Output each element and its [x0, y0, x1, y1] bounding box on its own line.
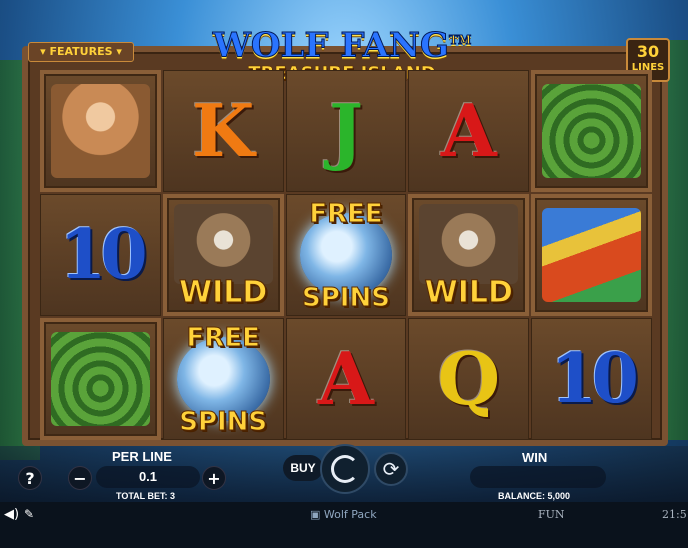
- reel-cell: J: [285, 70, 407, 192]
- win-label: WIN: [522, 450, 548, 465]
- reel-cell: [531, 194, 652, 316]
- snake-icon: [541, 84, 642, 178]
- total-bet-label: TOTAL BET: 3: [116, 491, 176, 501]
- spin-icon: [331, 455, 359, 483]
- symbol-q: Q: [437, 336, 501, 421]
- parrot-icon: [541, 208, 642, 302]
- status-bar: ◀) ✎ ▣ Wolf Pack FUN 21:51: [0, 502, 688, 548]
- reel-grid: K J A 10 WILD FREE SPINS WILD FREE SPINS A Q 10: [40, 70, 652, 440]
- win-value: [470, 466, 606, 488]
- buy-feature-button[interactable]: BUY: [283, 455, 323, 481]
- reel-cell: [40, 70, 161, 192]
- clock: 21:51: [662, 508, 688, 521]
- gibbon-icon: [50, 84, 151, 178]
- symbol-10: 10: [59, 215, 148, 295]
- reel-cell: FREE SPINS: [285, 194, 407, 316]
- reel-cell: WILD: [408, 194, 530, 316]
- reel-cell: A: [285, 318, 407, 440]
- mode-label: FUN: [538, 508, 565, 521]
- reel-cell: [531, 70, 652, 192]
- features-label: FEATURES: [49, 45, 113, 58]
- snake-icon: [50, 332, 151, 426]
- free-label: FREE: [309, 199, 383, 230]
- settings-icon[interactable]: ✎: [24, 507, 34, 521]
- symbol-j: J: [328, 88, 364, 173]
- symbol-a: A: [318, 336, 374, 421]
- symbol-k: K: [191, 88, 255, 173]
- per-line-label: PER LINE: [112, 449, 172, 464]
- lines-count: 30: [636, 42, 660, 61]
- symbol-a: A: [440, 88, 497, 173]
- wild-label: WILD: [424, 275, 513, 311]
- reel-cell: 10: [40, 194, 161, 316]
- increase-bet-button[interactable]: +: [202, 466, 226, 490]
- brand-text: Wolf Pack: [323, 508, 377, 521]
- reel-cell: [40, 318, 161, 440]
- trademark-mark: TM: [449, 33, 472, 48]
- brand-icon: ▣: [310, 508, 321, 521]
- reel-cell: K: [162, 70, 284, 192]
- brand-label: ▣ Wolf Pack: [310, 508, 377, 521]
- spin-button[interactable]: [320, 444, 370, 494]
- help-button[interactable]: ?: [18, 466, 42, 490]
- refresh-icon: ⟳: [382, 457, 400, 481]
- spins-label: SPINS: [179, 407, 268, 438]
- wild-label: WILD: [179, 275, 268, 311]
- free-label: FREE: [186, 323, 260, 354]
- reel-cell: A: [408, 70, 530, 192]
- autoplay-button[interactable]: ⟳: [374, 452, 408, 486]
- wolf-icon: [173, 204, 273, 284]
- reel-cell: 10: [531, 318, 652, 440]
- balance-label: BALANCE: 5,000: [498, 491, 571, 501]
- spins-label: SPINS: [302, 283, 391, 314]
- wolf-icon: [419, 204, 519, 284]
- reel-cell: FREE SPINS: [162, 318, 284, 440]
- decrease-bet-button[interactable]: −: [68, 466, 92, 490]
- per-line-value: 0.1: [96, 466, 200, 488]
- sound-icon[interactable]: ◀): [4, 507, 19, 522]
- symbol-10: 10: [550, 339, 639, 419]
- game-title: WOLF FANGTM: [196, 22, 488, 66]
- reel-cell: Q: [408, 318, 530, 440]
- reel-cell: WILD: [162, 194, 284, 316]
- game-title-text: WOLF FANG: [212, 25, 450, 66]
- features-button[interactable]: ▾ FEATURES ▾: [28, 42, 134, 62]
